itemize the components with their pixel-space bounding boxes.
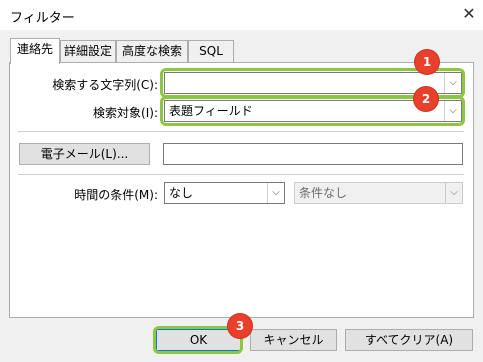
clear-all-button[interactable]: すべてクリア(A) bbox=[345, 329, 473, 351]
time-condition-value: なし bbox=[169, 186, 194, 200]
time-condition-dropdown-icon[interactable]: ⌵ bbox=[267, 183, 284, 203]
cancel-button[interactable]: キャンセル bbox=[250, 329, 337, 351]
window-title: フィルター bbox=[10, 11, 75, 26]
annotation-badge-1: 1 bbox=[415, 50, 439, 74]
time-condition-detail-combobox: 条件なし bbox=[294, 182, 463, 204]
tab-contacts[interactable]: 連絡先 bbox=[10, 38, 60, 64]
tab-advanced-settings[interactable]: 詳細設定 bbox=[60, 40, 116, 62]
search-text-label: 検索する文字列(C): bbox=[52, 78, 158, 92]
time-condition-detail-value: 条件なし bbox=[299, 186, 348, 200]
search-target-label: 検索対象(I): bbox=[93, 106, 158, 120]
separator bbox=[18, 174, 464, 175]
time-condition-detail-dropdown-icon: ⌵ bbox=[445, 183, 462, 203]
tab-advanced-search[interactable]: 高度な検索 bbox=[116, 40, 188, 62]
tab-sql[interactable]: SQL bbox=[188, 40, 234, 62]
time-condition-label: 時間の条件(M): bbox=[74, 188, 158, 202]
separator bbox=[18, 131, 464, 132]
annotation-badge-2: 2 bbox=[414, 87, 438, 111]
annotation-badge-3: 3 bbox=[228, 314, 252, 338]
close-icon[interactable]: ✕ bbox=[458, 3, 480, 25]
email-field[interactable] bbox=[163, 143, 463, 165]
email-button[interactable]: 電子メール(L)... bbox=[19, 143, 150, 165]
